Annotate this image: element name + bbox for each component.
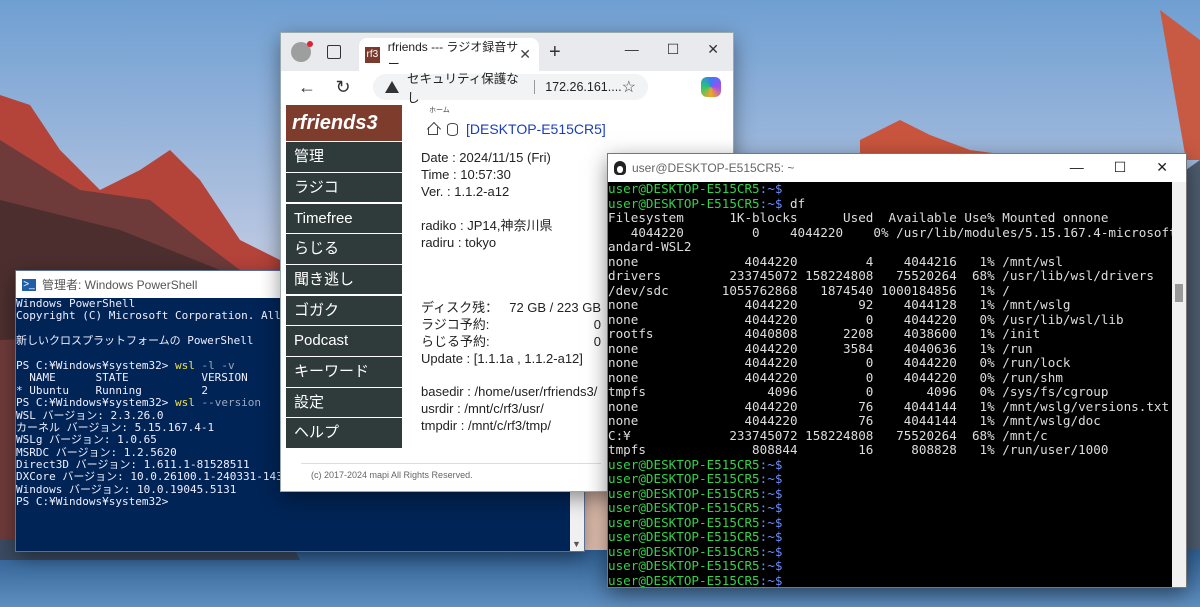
minimize-icon[interactable]: —	[625, 41, 639, 58]
new-tab-plus-icon[interactable]: +	[549, 41, 561, 64]
wsl-console[interactable]: user@DESKTOP-E515CR5:~$ user@DESKTOP-E515…	[608, 182, 1186, 587]
close-icon[interactable]: ✕	[707, 41, 719, 58]
radiko-reservation-value: 0	[593, 317, 601, 332]
sidebar-menu: 管理 ラジコ Timefree らじる 聞き逃し ゴガク Podcast キーワード 設定 ヘルプ	[286, 142, 402, 448]
rfriends-sidebar: rfriends3 管理 ラジコ Timefree らじる 聞き逃し ゴガク Podcast…	[286, 105, 402, 448]
rf3-favicon-icon: rf3	[365, 46, 380, 63]
console-line: PS C:¥Windows¥system32>	[16, 495, 169, 509]
console-line: user@DESKTOP-E515CR5:~$	[608, 572, 783, 587]
browser-tab-bar: rf3 rfriends --- ラジオ録音サー ✕ + — ☐ ✕	[281, 33, 733, 71]
powershell-title: 管理者: Windows PowerShell	[42, 278, 198, 292]
console-line: none 4044220 92 4044128 1% /mnt/wslg	[608, 297, 1071, 312]
back-arrow-icon[interactable]: ←	[297, 77, 317, 98]
sidebar-item-2[interactable]: Timefree	[286, 203, 402, 234]
wsl-terminal-window[interactable]: user@DESKTOP-E515CR5: ~ — ☐ ✕ user@DESKT…	[608, 154, 1186, 587]
copilot-icon[interactable]	[701, 77, 721, 97]
console-line: tmpfs 4096 0 4096 0% /sys/fs/cgroup	[608, 384, 1109, 399]
sidebar-item-4[interactable]: 聞き逃し	[286, 264, 402, 295]
scroll-down-arrow-icon[interactable]: ▼	[572, 539, 581, 549]
console-line: /dev/sdc 1055762868 1874540 1000184856 1…	[608, 282, 1010, 298]
console-line: none 4044220 76 4044144 1% /mnt/wslg/ver…	[608, 398, 1170, 414]
address-bar[interactable]: セキュリティ保護なし 172.26.161.... ☆	[373, 72, 648, 105]
home-icon[interactable]	[427, 123, 439, 135]
sidebar-item-8[interactable]: 設定	[286, 387, 402, 418]
tab-title: rfriends --- ラジオ録音サー	[387, 39, 519, 71]
console-line: Filesystem 1K-blocks Used Available Use%…	[608, 210, 1109, 225]
sidebar-item-5[interactable]: ゴガク	[286, 295, 402, 326]
footer-divider	[301, 463, 601, 464]
omnibox-separator	[534, 80, 536, 94]
console-line: user@DESKTOP-E515CR5:~$	[608, 456, 783, 472]
warning-icon[interactable]	[385, 81, 399, 93]
console-line: 4044220 0 4044220 0% /usr/lib/modules/5.…	[608, 224, 1186, 240]
favorite-star-icon[interactable]: ☆	[622, 77, 636, 97]
console-line: user@DESKTOP-E515CR5:~$	[608, 485, 783, 501]
home-caption: ホーム	[429, 107, 450, 114]
sidebar-item-3[interactable]: らじる	[286, 234, 402, 264]
security-warning-text[interactable]: セキュリティ保護なし	[407, 68, 524, 106]
host-name[interactable]: [DESKTOP-E515CR5]	[466, 121, 606, 137]
console-line: user@DESKTOP-E515CR5:~$	[608, 514, 783, 530]
radiru-reservation-value: 0	[593, 334, 601, 349]
radiko-reservation-label: ラジコ予約:	[421, 317, 490, 332]
console-line: rootfs 4040808 2208 4038600 1% /init	[608, 326, 1041, 341]
maximize-icon[interactable]: ☐	[1114, 159, 1127, 176]
disk-value: 72 GB / 223 GB	[509, 300, 601, 315]
console-line: none 4044220 0 4044220 0% /run/shm	[608, 369, 1063, 385]
disk-label: ディスク残：	[421, 300, 499, 315]
console-line: tmpfs 808844 16 808828 1% /run/user/1000	[608, 442, 1109, 457]
url-text[interactable]: 172.26.161....	[545, 80, 621, 94]
console-line: user@DESKTOP-E515CR5:~$	[608, 471, 783, 486]
scrollbar-thumb[interactable]	[1175, 284, 1183, 302]
linux-penguin-icon	[614, 161, 626, 175]
console-line: user@DESKTOP-E515CR5:~$ df	[608, 195, 806, 211]
profile-avatar-icon[interactable]	[291, 41, 313, 62]
sidebar-item-7[interactable]: キーワード	[286, 357, 402, 387]
sidebar-item-0[interactable]: 管理	[286, 142, 402, 172]
console-line: user@DESKTOP-E515CR5:~$	[608, 500, 783, 515]
sidebar-item-9[interactable]: ヘルプ	[286, 418, 402, 448]
wsl-scrollbar[interactable]	[1172, 182, 1186, 587]
status-panel: ホーム [DESKTOP-E515CR5] Date : 2024/11/15 …	[415, 103, 715, 433]
radiru-reservation-label: らじる予約:	[421, 334, 490, 349]
powershell-icon: >_	[22, 278, 36, 291]
rfriends-logo[interactable]: rfriends3	[286, 105, 402, 141]
console-line: user@DESKTOP-E515CR5:~$	[608, 182, 783, 196]
maximize-icon[interactable]: ☐	[667, 41, 680, 58]
console-line: none 4044220 3584 4040636 1% /run	[608, 340, 1033, 356]
console-line: none 4044220 0 4044220 0% /usr/lib/wsl/l…	[608, 311, 1124, 327]
tab-close-icon[interactable]: ✕	[519, 46, 531, 63]
close-icon[interactable]: ✕	[1156, 159, 1168, 176]
tab-actions-icon[interactable]	[327, 45, 341, 59]
console-line: none 4044220 0 4044220 0% /run/lock	[608, 355, 1071, 370]
browser-tab-rfriends[interactable]: rf3 rfriends --- ラジオ録音サー ✕	[359, 38, 539, 71]
console-line: drivers 233745072 158224808 75520264 68%…	[608, 268, 1154, 283]
console-line: none 4044220 76 4044144 1% /mnt/wslg/doc	[608, 413, 1101, 428]
console-line: user@DESKTOP-E515CR5:~$	[608, 529, 783, 544]
console-line: andard-WSL2	[608, 239, 692, 254]
browser-toolbar: ← ↻ セキュリティ保護なし 172.26.161.... ☆	[281, 71, 733, 105]
sidebar-item-6[interactable]: Podcast	[286, 326, 402, 356]
copyright-footer: (c) 2017-2024 mapi All Rights Reserved.	[311, 470, 473, 480]
console-line: user@DESKTOP-E515CR5:~$	[608, 543, 783, 559]
reload-icon[interactable]: ↻	[333, 77, 353, 98]
database-icon[interactable]	[447, 122, 458, 136]
wsl-title-bar[interactable]: user@DESKTOP-E515CR5: ~ — ☐ ✕	[608, 154, 1186, 182]
sidebar-item-1[interactable]: ラジコ	[286, 172, 402, 203]
console-line: user@DESKTOP-E515CR5:~$	[608, 558, 783, 573]
minimize-icon[interactable]: —	[1070, 159, 1084, 176]
console-line: C:¥ 233745072 158224808 75520264 68% /mn…	[608, 427, 1048, 443]
console-line: none 4044220 4 4044216 1% /mnt/wsl	[608, 253, 1063, 269]
wsl-title: user@DESKTOP-E515CR5: ~	[632, 161, 795, 175]
